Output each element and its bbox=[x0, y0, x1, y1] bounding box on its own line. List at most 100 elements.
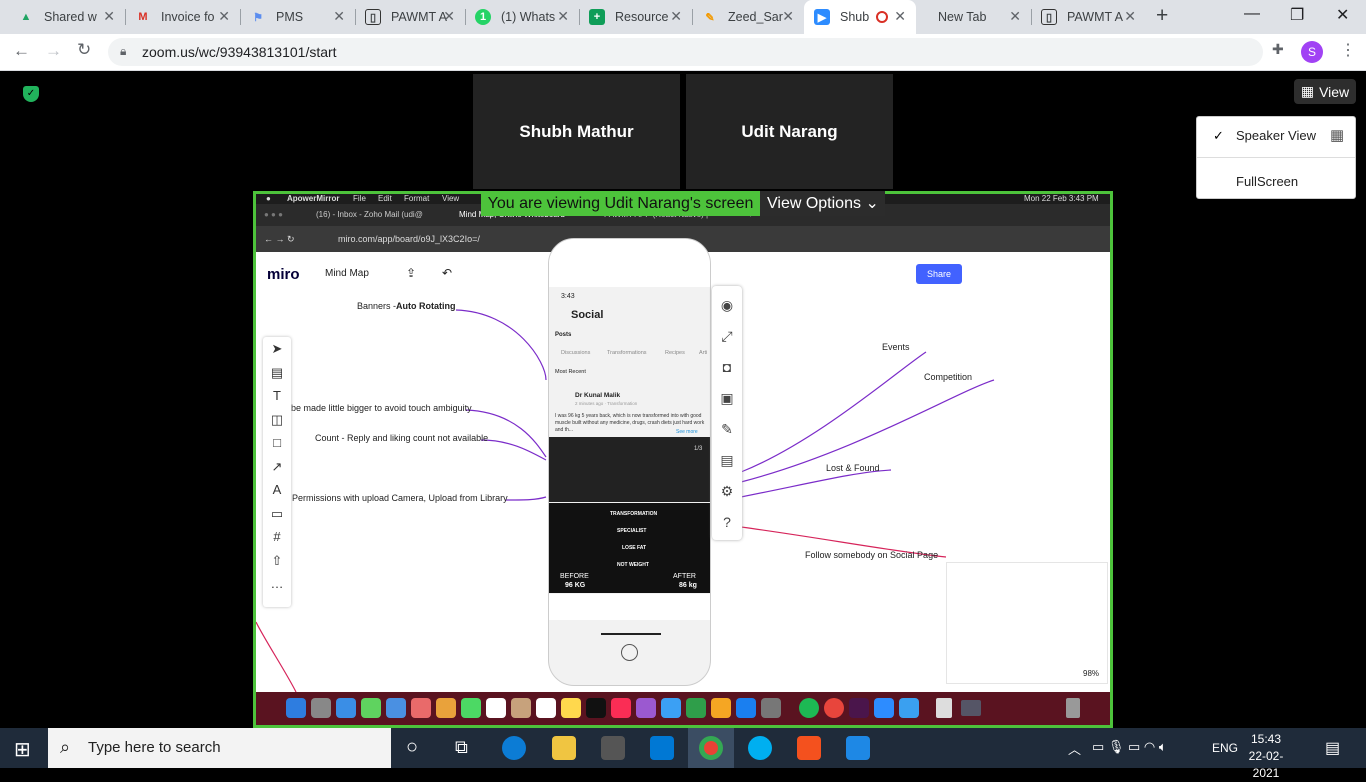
back-icon[interactable]: ← bbox=[13, 41, 30, 61]
cortana-icon[interactable]: ○ bbox=[406, 736, 418, 759]
windows-start-icon[interactable]: ⊞ bbox=[14, 737, 31, 762]
line-icon[interactable]: ↗ bbox=[263, 455, 291, 479]
browser-tab[interactable]: ▯ PAWMT A ✕ bbox=[1031, 0, 1146, 34]
participant-tile[interactable]: Udit Narang bbox=[686, 74, 893, 189]
text-icon[interactable]: T bbox=[263, 384, 291, 408]
browser-tab-bar: ▲ Shared w ✕ M Invoice fo ✕ ⚑ PMS ✕ ▯ PAWMT A ✕ … bbox=[0, 0, 1366, 34]
check-icon: ✓ bbox=[1213, 128, 1224, 143]
address-input[interactable]: zoom.us/wc/93943813101/start bbox=[108, 38, 1263, 66]
brush-icon[interactable]: ✎ bbox=[712, 414, 742, 445]
board-name[interactable]: Mind Map bbox=[325, 268, 369, 279]
post-image[interactable]: TRANSFORMATION SPECIALIST LOSE FAT NOT W… bbox=[549, 503, 710, 593]
menu-icon[interactable]: ⋮ bbox=[1340, 40, 1356, 60]
phone-mirror[interactable]: 3:43 Social Posts Discussions Transforma… bbox=[548, 238, 711, 686]
template-icon[interactable]: ▤ bbox=[263, 361, 291, 385]
taskbar-clock[interactable]: 15:43 22-02-2021 bbox=[1236, 731, 1296, 782]
shape-icon[interactable]: □ bbox=[263, 431, 291, 455]
mirror-side-tools: ◉ ⤢ ◘ ▣ ✎ ▤ ⚙? bbox=[712, 286, 742, 540]
pen-icon[interactable]: A bbox=[263, 478, 291, 502]
grid-icon[interactable]: ▦ bbox=[1330, 126, 1344, 144]
browser-tab[interactable]: ⚑ PMS ✕ bbox=[240, 0, 355, 34]
close-icon[interactable]: ✕ bbox=[333, 8, 345, 25]
tray-icons[interactable]: ▭ 🎙︎ ▭ ◠ 🔈︎ bbox=[1092, 739, 1167, 755]
edge-icon[interactable] bbox=[502, 736, 526, 760]
share-button[interactable]: Share bbox=[916, 264, 962, 284]
notification-icon[interactable]: ▤ bbox=[1325, 738, 1340, 758]
word-icon[interactable] bbox=[846, 736, 870, 760]
minimap[interactable]: 98% bbox=[946, 562, 1108, 684]
zoom-icon: ▶ bbox=[814, 9, 830, 25]
extensions-icon[interactable]: ✚ bbox=[1272, 41, 1284, 58]
browser-tab[interactable]: New Tab ✕ bbox=[916, 0, 1031, 34]
language-indicator[interactable]: ENG bbox=[1212, 741, 1238, 755]
recording-icon bbox=[876, 11, 888, 23]
close-icon[interactable]: ✕ bbox=[670, 8, 682, 25]
browser-tab[interactable]: 1 (1) Whats ✕ bbox=[465, 0, 579, 34]
mail-icon[interactable] bbox=[650, 736, 674, 760]
anydesk-icon[interactable] bbox=[797, 736, 821, 760]
more-icon[interactable]: … bbox=[263, 572, 291, 596]
browser-tab[interactable]: ▯ PAWMT A ✕ bbox=[355, 0, 465, 34]
store-icon[interactable] bbox=[601, 736, 625, 760]
help-icon[interactable]: ? bbox=[712, 507, 742, 538]
browser-tab[interactable]: + Resource ✕ bbox=[579, 0, 692, 34]
apple-icon: ● bbox=[266, 194, 271, 203]
taskbar-search-input[interactable]: Type here to search bbox=[48, 728, 391, 768]
menu-item-fullscreen[interactable]: FullScreen bbox=[1236, 174, 1298, 189]
gift-icon[interactable]: ▤ bbox=[712, 445, 742, 476]
sticky-note-icon[interactable]: ◫ bbox=[263, 408, 291, 432]
profile-avatar[interactable]: S bbox=[1301, 41, 1323, 63]
browser-tab-active[interactable]: ▶ Shub ✕ bbox=[804, 0, 916, 34]
close-icon[interactable]: ✕ bbox=[1124, 8, 1136, 25]
skype-icon[interactable] bbox=[748, 736, 772, 760]
reload-icon[interactable]: ↻ bbox=[77, 40, 91, 60]
upload-icon[interactable]: ⇪ bbox=[406, 266, 416, 280]
video-icon[interactable]: ▣ bbox=[712, 383, 742, 414]
chevron-down-icon: ⌄ bbox=[865, 195, 879, 212]
camera-icon[interactable]: ◘ bbox=[712, 352, 742, 383]
gmail-icon: M bbox=[138, 11, 148, 23]
chrome-icon[interactable] bbox=[699, 736, 723, 760]
close-icon[interactable]: ✕ bbox=[557, 8, 569, 25]
restore-icon[interactable]: ❐ bbox=[1290, 5, 1304, 25]
close-icon[interactable]: ✕ bbox=[1009, 8, 1021, 25]
browser-tab[interactable]: ▲ Shared w ✕ bbox=[8, 0, 125, 34]
google-drive-icon: ▲ bbox=[20, 11, 32, 23]
menu-item-speaker-view[interactable]: Speaker View bbox=[1236, 128, 1316, 143]
cursor-icon[interactable]: ➤ bbox=[263, 337, 291, 361]
view-options-button[interactable]: View Options ⌄ bbox=[760, 191, 885, 216]
chevron-up-icon[interactable]: ︿ bbox=[1068, 739, 1081, 758]
shared-screen[interactable]: ● ApowerMirror File Edit Format View Mon… bbox=[253, 191, 1113, 728]
avatar[interactable]: ◉ bbox=[712, 290, 742, 321]
zoom-level[interactable]: 98% bbox=[1083, 669, 1099, 678]
settings-icon[interactable]: ⚙ bbox=[712, 476, 742, 507]
close-icon[interactable]: ✕ bbox=[443, 8, 455, 25]
mac-dock bbox=[256, 692, 1110, 725]
new-tab-icon[interactable]: + bbox=[1156, 4, 1168, 28]
close-icon[interactable]: ✕ bbox=[782, 8, 794, 25]
undo-icon[interactable]: ↶ bbox=[442, 266, 452, 280]
upload-icon[interactable]: ⇧ bbox=[263, 549, 291, 573]
task-view-icon[interactable]: ⧉ bbox=[455, 737, 468, 758]
expand-icon[interactable]: ⤢ bbox=[712, 321, 742, 352]
participant-tile[interactable]: Shubh Mathur bbox=[473, 74, 680, 189]
file-explorer-icon[interactable] bbox=[552, 736, 576, 760]
forward-icon[interactable]: → bbox=[45, 41, 62, 61]
close-icon[interactable]: ✕ bbox=[218, 8, 230, 25]
flag-icon: ⚑ bbox=[253, 11, 263, 24]
phone-nav-bar[interactable] bbox=[549, 594, 710, 620]
close-window-icon[interactable]: ✕ bbox=[1336, 5, 1349, 25]
view-button[interactable]: ▦ View bbox=[1294, 79, 1356, 104]
search-icon: ⌕ bbox=[60, 737, 71, 757]
lock-icon[interactable]: 🔒︎ bbox=[120, 44, 126, 59]
browser-tab[interactable]: M Invoice fo ✕ bbox=[125, 0, 240, 34]
frame-icon[interactable]: # bbox=[263, 525, 291, 549]
close-icon[interactable]: ✕ bbox=[894, 8, 906, 25]
pencil-icon: ✎ bbox=[705, 11, 715, 24]
comment-icon[interactable]: ▭ bbox=[263, 502, 291, 526]
home-button[interactable] bbox=[621, 644, 638, 661]
browser-tab[interactable]: ✎ Zeed_Sar ✕ bbox=[692, 0, 804, 34]
shield-icon[interactable]: ✓ bbox=[23, 86, 39, 102]
close-icon[interactable]: ✕ bbox=[103, 8, 115, 25]
minimize-icon[interactable]: — bbox=[1244, 5, 1260, 23]
